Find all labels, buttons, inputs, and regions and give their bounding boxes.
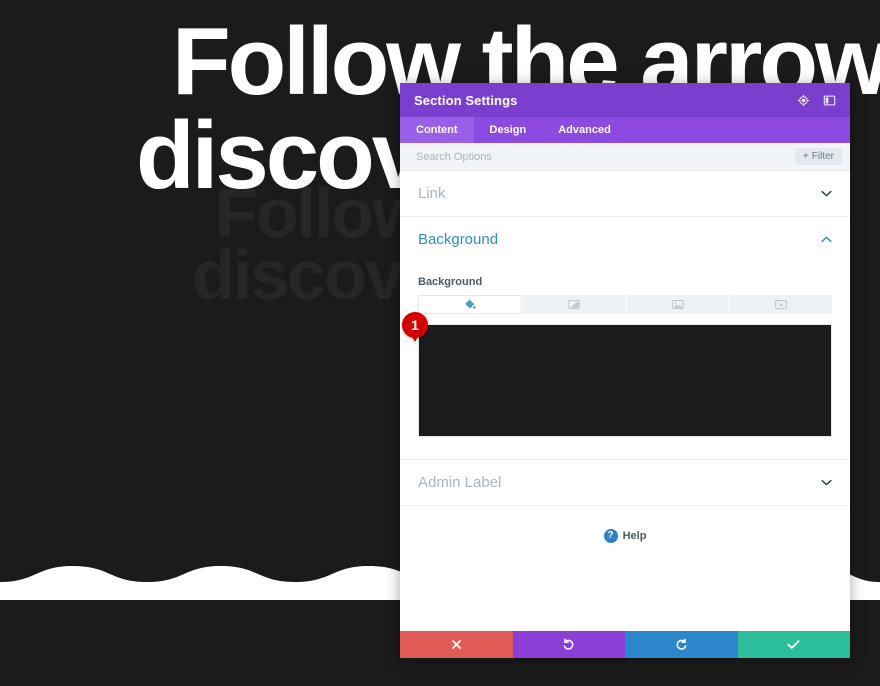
help-label: Help <box>622 530 647 542</box>
tab-design[interactable]: Design <box>474 117 543 143</box>
background-gradient-tab[interactable] <box>523 295 626 314</box>
filter-button-label: Filter <box>811 151 834 162</box>
filter-plus-icon: + <box>802 151 809 162</box>
section-header-link[interactable]: Link <box>400 171 850 217</box>
step-marker-1: 1 <box>402 312 428 342</box>
background-color-swatch-wrap: 1 <box>402 312 832 437</box>
help-icon: ? <box>603 529 618 543</box>
background-type-tabs <box>418 295 832 314</box>
tab-advanced[interactable]: Advanced <box>542 117 627 143</box>
background-section-body: Background 1 <box>400 262 850 460</box>
modal-titlebar: Section Settings <box>400 83 850 117</box>
background-color-swatch[interactable] <box>418 324 832 437</box>
help-link[interactable]: ? Help <box>400 506 850 566</box>
modal-tabs: Content Design Advanced <box>400 117 850 143</box>
video-icon <box>775 299 787 310</box>
chevron-down-icon <box>820 188 832 200</box>
search-options-input[interactable] <box>414 149 795 164</box>
modal-footer <box>400 631 850 658</box>
tab-content[interactable]: Content <box>400 117 474 143</box>
undo-icon <box>562 638 575 651</box>
section-header-background[interactable]: Background <box>400 217 850 262</box>
paint-bucket-icon <box>465 299 476 310</box>
section-settings-modal: Section Settings Content Design Advanced… <box>400 83 850 658</box>
background-field-label: Background <box>418 276 483 288</box>
modal-body: Link Background Background 1 Admin Label… <box>400 171 850 631</box>
search-row: + Filter <box>400 143 850 171</box>
gradient-icon <box>568 299 581 310</box>
background-color-tab[interactable] <box>418 295 523 314</box>
check-icon <box>787 639 800 650</box>
background-video-tab[interactable] <box>729 295 832 314</box>
chevron-down-icon <box>820 477 832 489</box>
settings-target-icon[interactable] <box>794 91 812 109</box>
section-header-admin-label[interactable]: Admin Label <box>400 460 850 506</box>
modal-title: Section Settings <box>414 92 518 108</box>
section-label-admin-label: Admin Label <box>418 474 502 491</box>
section-label-link: Link <box>418 185 446 202</box>
image-icon <box>671 299 684 310</box>
close-icon <box>451 639 462 650</box>
redo-button[interactable] <box>625 631 738 658</box>
redo-icon <box>675 638 688 651</box>
save-button[interactable] <box>737 631 850 658</box>
background-image-tab[interactable] <box>626 295 729 314</box>
undo-button[interactable] <box>512 631 625 658</box>
panel-layout-icon[interactable] <box>820 91 838 109</box>
filter-button[interactable]: + Filter <box>794 148 842 165</box>
cancel-button[interactable] <box>400 631 513 658</box>
chevron-up-icon <box>820 234 832 246</box>
section-label-background: Background <box>418 231 499 248</box>
